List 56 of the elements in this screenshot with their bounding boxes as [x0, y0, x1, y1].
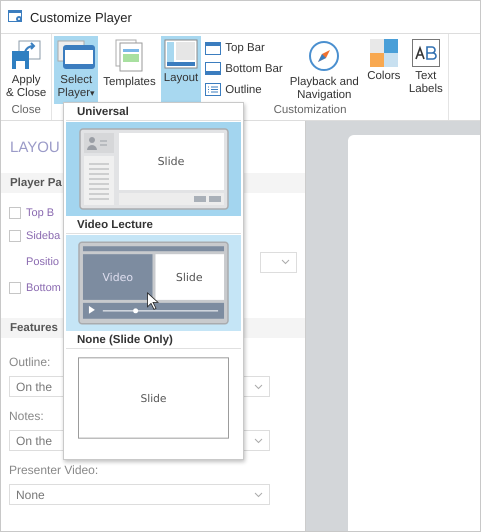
checkbox-label: Top B — [26, 207, 54, 219]
save-icon — [10, 39, 42, 71]
button-label: Text Labels — [408, 70, 443, 96]
templates-icon — [114, 39, 144, 73]
menu-section-title: Video Lecture — [66, 217, 241, 234]
ribbon-button[interactable]: Select Player▾ — [54, 36, 98, 104]
field-label: Positio — [26, 256, 60, 268]
top-bar-icon — [205, 42, 222, 55]
dropdown[interactable]: None — [9, 484, 270, 505]
dropdown[interactable] — [260, 252, 297, 272]
button-label: Colors — [367, 70, 400, 83]
button-label: Select Player▾ — [57, 74, 96, 100]
checkbox[interactable] — [9, 282, 21, 294]
slide-only-layout-drawing: Slide — [78, 356, 229, 440]
layout-icon — [164, 39, 198, 69]
window-title: Customize Player — [30, 10, 132, 24]
compass-icon — [307, 39, 342, 73]
button-label: Playback and Navigation — [290, 76, 359, 102]
ribbon-button[interactable]: Outline — [203, 83, 285, 96]
ribbon-button[interactable]: Bottom Bar — [203, 62, 285, 76]
ribbon-button[interactable]: Playback and Navigation — [286, 36, 362, 104]
ribbon-button[interactable]: Top Bar — [203, 42, 285, 55]
chevron-icon — [254, 384, 263, 390]
checkbox[interactable] — [9, 230, 21, 242]
ribbon-button[interactable]: Text Labels — [406, 36, 446, 104]
ribbon-button[interactable]: Layout — [160, 36, 202, 104]
ribbon-button[interactable]: Colors — [364, 36, 404, 104]
chevron-icon — [254, 492, 263, 498]
checkbox-label: Bottom — [26, 282, 61, 294]
checkbox[interactable] — [9, 207, 21, 219]
menu-section-title: None (Slide Only) — [66, 332, 241, 349]
checkbox-label: Sideba — [26, 230, 60, 242]
bottom-bar-icon — [205, 62, 222, 76]
field-label: Notes: — [9, 409, 45, 423]
chevron-icon — [281, 259, 290, 265]
button-label: Templates — [103, 76, 156, 89]
window-icon — [57, 39, 96, 71]
caret-icon: ▾ — [90, 88, 96, 98]
panel-heading: LAYOU — [9, 139, 61, 156]
ribbon-button[interactable]: Apply & Close — [3, 36, 50, 104]
group-label: Close — [11, 104, 41, 118]
video-lecture-layout-drawing: Video Slide — [78, 241, 229, 325]
button-label: Layout — [164, 72, 198, 85]
menu-section-title: Universal — [66, 104, 241, 121]
player-option[interactable]: Video Slide — [66, 235, 241, 331]
field-label: Presenter Video: — [9, 463, 100, 477]
button-label: Apply & Close — [6, 74, 46, 100]
window-settings-icon — [8, 10, 24, 24]
universal-layout-drawing: Slide — [78, 128, 228, 210]
player-option[interactable]: Slide — [66, 122, 241, 216]
color-swatches-icon — [370, 39, 398, 67]
text-icon — [412, 39, 440, 67]
group-label: Customization — [274, 104, 346, 118]
list-icon — [205, 83, 222, 96]
field-label: Outline: — [9, 355, 52, 369]
chevron-icon — [254, 438, 263, 444]
